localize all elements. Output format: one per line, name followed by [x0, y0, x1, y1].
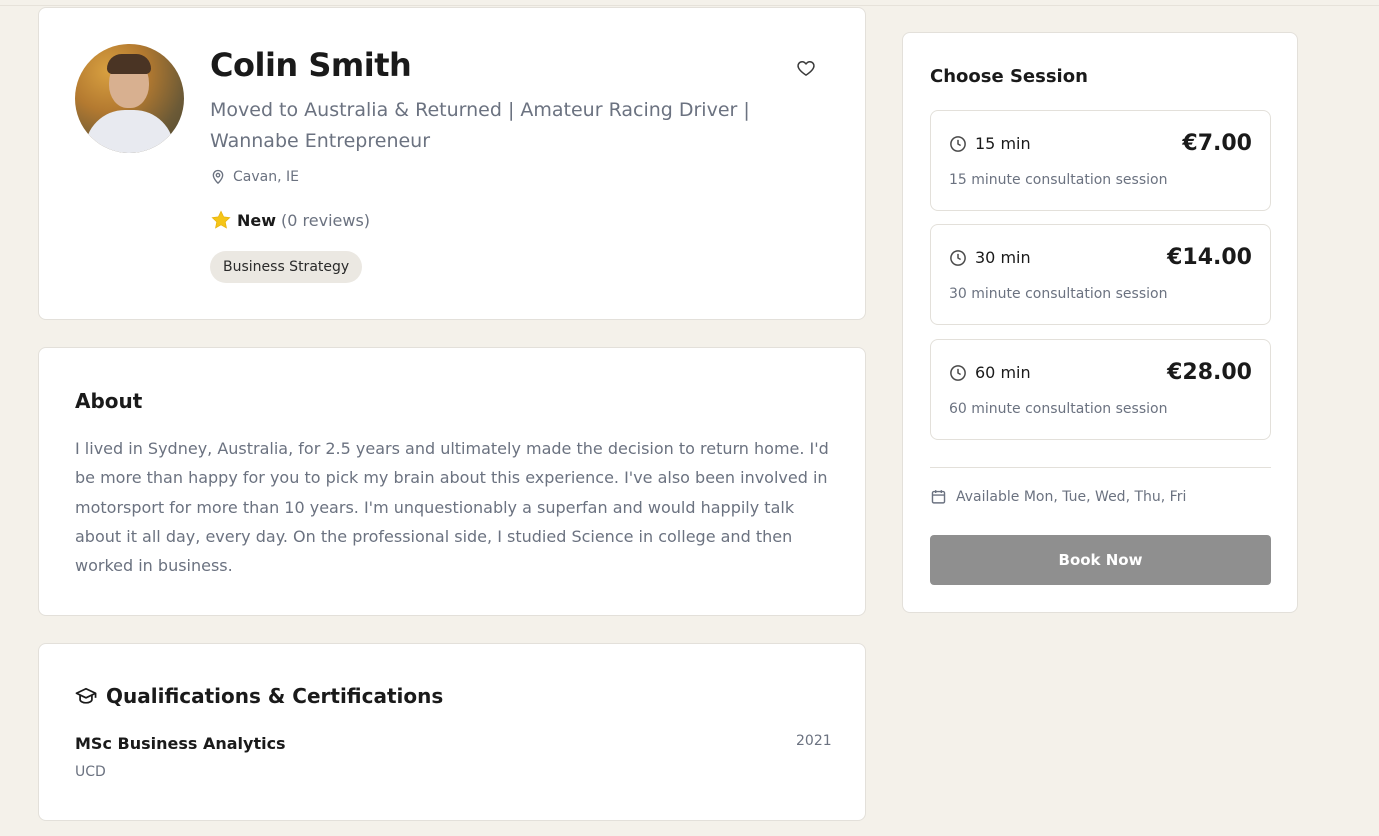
session-price: €14.00	[1167, 245, 1252, 270]
profile-rating: New (0 reviews)	[210, 209, 370, 231]
qualifications-heading: Qualifications & Certifications	[75, 684, 443, 708]
session-option-15[interactable]: 15 min €7.00 15 minute consultation sess…	[930, 110, 1271, 211]
star-icon	[210, 209, 232, 231]
availability: Available Mon, Tue, Wed, Thu, Fri	[930, 488, 1186, 505]
map-pin-icon	[210, 168, 226, 185]
clock-icon	[949, 364, 967, 382]
session-price: €28.00	[1167, 360, 1252, 385]
qualifications-title: Qualifications & Certifications	[106, 684, 444, 708]
book-now-button[interactable]: Book Now	[930, 535, 1271, 585]
session-duration: 30 min	[949, 248, 1031, 267]
session-description: 60 minute consultation session	[949, 401, 1168, 417]
qualifications-card: Qualifications & Certifications MSc Busi…	[38, 643, 866, 821]
heart-icon[interactable]	[796, 58, 816, 78]
qualification-name: MSc Business Analytics	[75, 734, 286, 753]
graduation-cap-icon	[75, 686, 97, 706]
profile-location: Cavan, IE	[210, 168, 299, 185]
about-text: I lived in Sydney, Australia, for 2.5 ye…	[75, 439, 829, 576]
rating-label: New	[237, 210, 277, 230]
session-option-30[interactable]: 30 min €14.00 30 minute consultation ses…	[930, 224, 1271, 325]
about-title: About	[75, 389, 143, 413]
calendar-icon	[930, 488, 947, 505]
about-card: About I lived in Sydney, Australia, for …	[38, 347, 866, 616]
qualification-institution: UCD	[75, 764, 106, 780]
location-text: Cavan, IE	[233, 168, 299, 185]
session-option-60[interactable]: 60 min €28.00 60 minute consultation ses…	[930, 339, 1271, 440]
availability-text: Available Mon, Tue, Wed, Thu, Fri	[956, 488, 1187, 505]
session-duration: 15 min	[949, 134, 1031, 153]
session-description: 15 minute consultation session	[949, 172, 1168, 188]
duration-text: 15 min	[975, 134, 1031, 153]
duration-text: 60 min	[975, 363, 1031, 382]
session-price: €7.00	[1182, 131, 1252, 156]
header-divider	[0, 5, 1379, 6]
session-title: Choose Session	[930, 66, 1088, 87]
avatar	[75, 44, 184, 153]
profile-card: Colin Smith Moved to Australia & Returne…	[38, 7, 866, 320]
qualification-year: 2021	[796, 733, 832, 749]
session-duration: 60 min	[949, 363, 1031, 382]
session-description: 30 minute consultation session	[949, 286, 1168, 302]
clock-icon	[949, 135, 967, 153]
session-card: Choose Session 15 min €7.00 15 minute co…	[902, 32, 1298, 613]
expertise-tag[interactable]: Business Strategy	[210, 251, 363, 283]
clock-icon	[949, 249, 967, 267]
duration-text: 30 min	[975, 248, 1031, 267]
session-divider	[930, 467, 1271, 468]
review-count: (0 reviews)	[281, 210, 371, 230]
profile-headline: Moved to Australia & Returned | Amateur …	[210, 99, 750, 152]
profile-name: Colin Smith	[210, 46, 412, 84]
